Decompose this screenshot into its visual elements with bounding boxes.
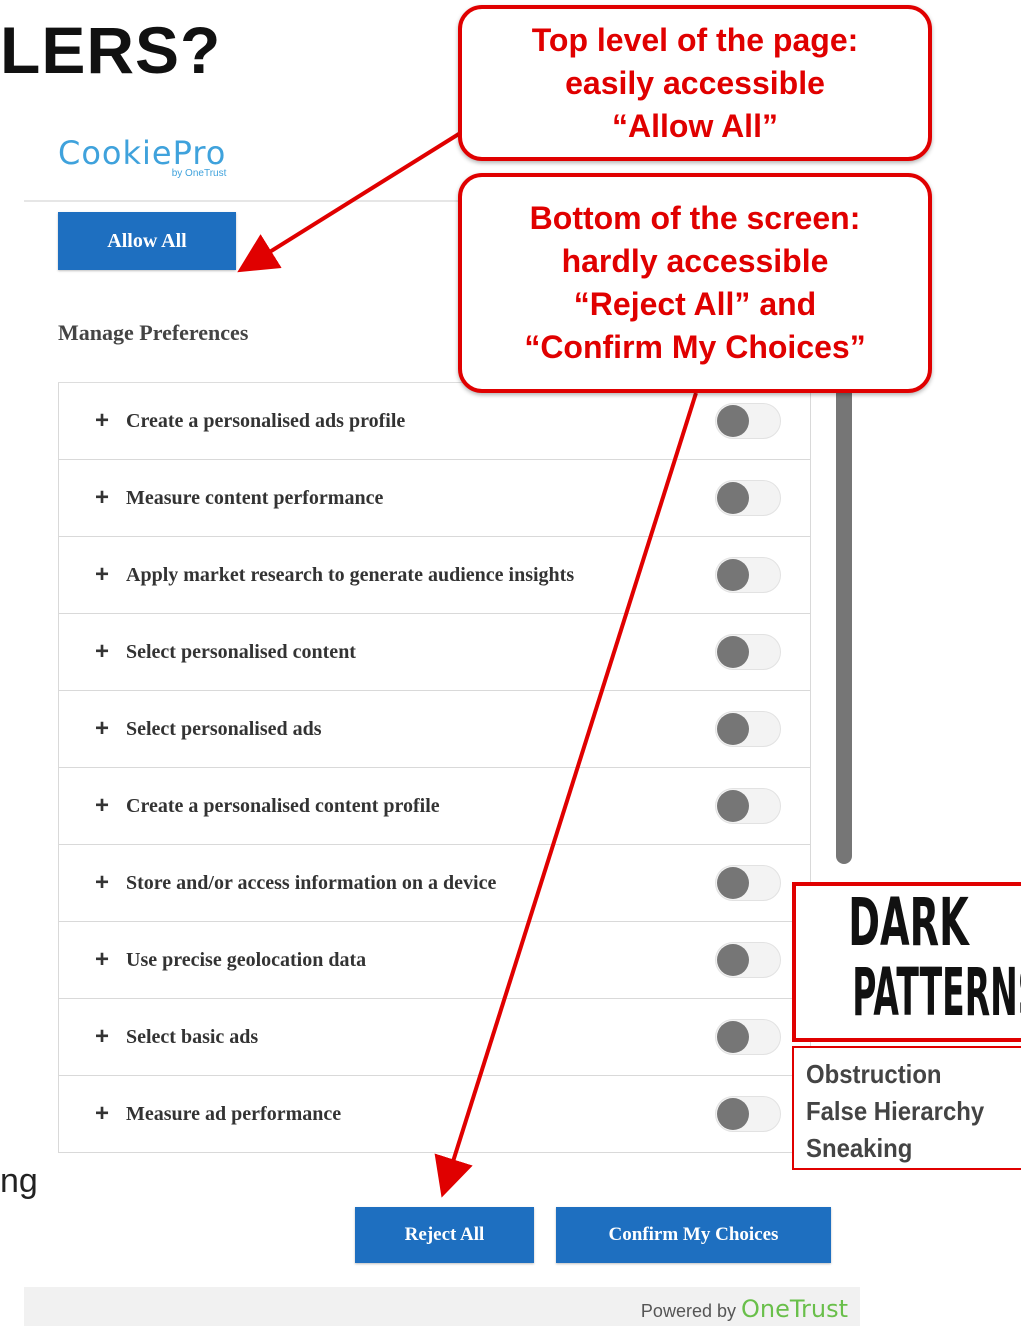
expand-plus-icon[interactable]: + <box>95 1100 109 1128</box>
preference-label: Store and/or access information on a dev… <box>126 871 497 894</box>
preference-label: Create a personalised ads profile <box>126 409 406 432</box>
callout-bottom: Bottom of the screen: hardly accessible “R… <box>458 173 932 393</box>
expand-plus-icon[interactable]: + <box>95 561 109 589</box>
allow-all-button[interactable]: Allow All <box>58 212 236 270</box>
preference-label: Select personalised ads <box>126 717 322 740</box>
preference-row[interactable]: + Store and/or access information on a de… <box>58 845 811 922</box>
preference-label: Select personalised content <box>126 640 356 663</box>
preferences-list: + Create a personalised ads profile + Measu… <box>58 382 811 1181</box>
confirm-my-choices-button[interactable]: Confirm My Choices <box>556 1207 831 1263</box>
preference-toggle[interactable] <box>715 480 781 516</box>
preference-row[interactable]: + Use precise geolocation data <box>58 922 811 999</box>
dark-patterns-list: Obstruction False Hierarchy Sneaking <box>792 1046 1021 1170</box>
expand-plus-icon[interactable]: + <box>95 715 109 743</box>
toggle-knob <box>717 482 749 514</box>
preference-toggle[interactable] <box>715 942 781 978</box>
callout-line: Bottom of the screen: <box>529 200 861 236</box>
preference-toggle[interactable] <box>715 634 781 670</box>
preference-label: Measure content performance <box>126 486 384 509</box>
expand-plus-icon[interactable]: + <box>95 869 109 897</box>
preference-row[interactable]: + Select basic ads <box>58 999 811 1076</box>
background-title-fragment: LERS? <box>0 13 222 87</box>
preference-row[interactable]: + Create a personalised ads profile <box>58 383 811 460</box>
dark-pattern-item: False Hierarchy <box>806 1096 985 1126</box>
preference-label: Select basic ads <box>126 1025 259 1048</box>
preference-toggle[interactable] <box>715 403 781 439</box>
callout-line: easily accessible <box>565 64 825 101</box>
expand-plus-icon[interactable]: + <box>95 638 109 666</box>
preference-row[interactable]: + Measure ad performance <box>58 1076 811 1153</box>
reject-all-button[interactable]: Reject All <box>355 1207 534 1263</box>
callout-line: “Reject All” and <box>573 286 817 322</box>
footer-bar: Powered by OneTrust <box>24 1287 860 1326</box>
toggle-knob <box>717 405 749 437</box>
onetrust-brand[interactable]: OneTrust <box>741 1295 848 1323</box>
dark-pattern-item: Obstruction <box>806 1059 942 1089</box>
background-text-fragment: ng <box>0 1162 38 1200</box>
preference-toggle[interactable] <box>715 1096 781 1132</box>
callout-line: Top level of the page: <box>531 21 859 58</box>
toggle-knob <box>717 1021 749 1053</box>
logo-byline: by OneTrust <box>171 168 227 179</box>
scrollbar-thumb[interactable] <box>836 382 852 864</box>
preference-row[interactable]: + Apply market research to generate audie… <box>58 537 811 614</box>
expand-plus-icon[interactable]: + <box>95 792 109 820</box>
manage-preferences-heading: Manage Preferences <box>58 320 249 345</box>
dark-patterns-title-line2: PATTERNS <box>852 954 1021 1031</box>
toggle-knob <box>717 944 749 976</box>
toggle-knob <box>717 636 749 668</box>
preference-label: Apply market research to generate audien… <box>126 563 575 586</box>
preference-row[interactable]: + Select personalised content <box>58 614 811 691</box>
toggle-knob <box>717 1098 749 1130</box>
preference-toggle[interactable] <box>715 865 781 901</box>
preference-label: Use precise geolocation data <box>126 948 367 971</box>
callout-line: “Allow All” <box>612 107 778 144</box>
dark-pattern-item: Sneaking <box>806 1133 913 1163</box>
expand-plus-icon[interactable]: + <box>95 407 109 435</box>
callout-line: “Confirm My Choices” <box>524 329 866 365</box>
cookiepro-logo: CookiePro by OneTrust <box>58 134 227 179</box>
expand-plus-icon[interactable]: + <box>95 946 109 974</box>
preference-row[interactable]: + Create a personalised content profile <box>58 768 811 845</box>
expand-plus-icon[interactable]: + <box>95 484 109 512</box>
preference-toggle[interactable] <box>715 1019 781 1055</box>
powered-by-label: Powered by <box>640 1301 736 1321</box>
toggle-knob <box>717 867 749 899</box>
preference-row[interactable]: + Measure content performance <box>58 460 811 537</box>
logo-name: CookiePro <box>58 134 227 172</box>
callout-line: hardly accessible <box>561 243 829 279</box>
dark-patterns-title-box: DARK PATTERNS <box>792 882 1021 1042</box>
expand-plus-icon[interactable]: + <box>95 1023 109 1051</box>
toggle-knob <box>717 790 749 822</box>
dark-patterns-title-line1: DARK <box>848 884 969 961</box>
preference-toggle[interactable] <box>715 557 781 593</box>
preference-label: Measure ad performance <box>126 1102 342 1125</box>
toggle-knob <box>717 713 749 745</box>
preference-row[interactable]: + Select personalised ads <box>58 691 811 768</box>
toggle-knob <box>717 559 749 591</box>
preference-label: Create a personalised content profile <box>126 794 440 817</box>
preference-toggle[interactable] <box>715 711 781 747</box>
powered-by: Powered by OneTrust <box>641 1295 848 1323</box>
preference-toggle[interactable] <box>715 788 781 824</box>
callout-top: Top level of the page: easily accessible “… <box>458 5 932 161</box>
